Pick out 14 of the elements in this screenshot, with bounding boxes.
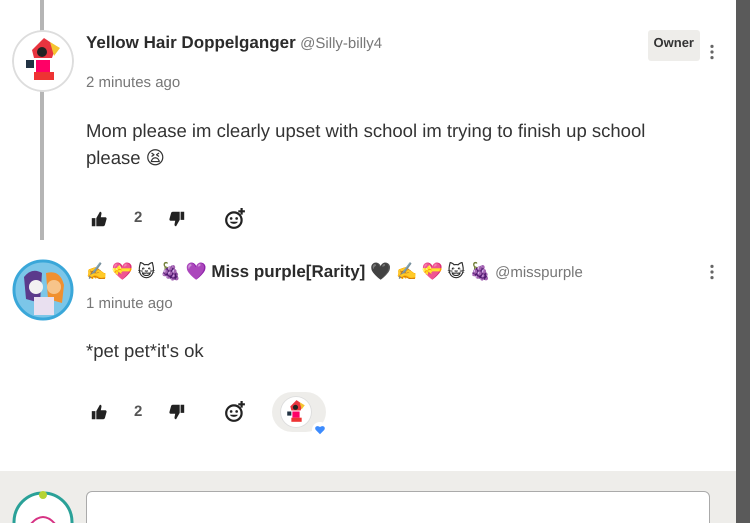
reaction-avatar[interactable] <box>280 396 312 428</box>
avatar[interactable] <box>12 258 74 320</box>
timestamp: 1 minute ago <box>86 294 174 314</box>
comment-input-field[interactable] <box>86 491 710 523</box>
comment-text: Mom please im clearly upset with school im trying to finish up school please 😫 <box>86 118 646 170</box>
user-handle: @misspurple <box>495 264 583 280</box>
owner-badge: Owner <box>648 30 700 60</box>
like-count: 2 <box>133 208 144 228</box>
comment-text: *pet pet*it's ok <box>86 339 205 363</box>
timestamp: 2 minutes ago <box>86 73 182 93</box>
author-name[interactable]: ✍ 💝 😺 🍇 💜 Miss purple[Rarity] 🖤 ✍ 💝 😺 🍇 <box>86 262 491 280</box>
like-count: 2 <box>133 402 144 422</box>
user-handle: @Silly-billy4 <box>300 35 382 52</box>
author-name[interactable]: Yellow Hair Doppelganger <box>86 33 296 52</box>
